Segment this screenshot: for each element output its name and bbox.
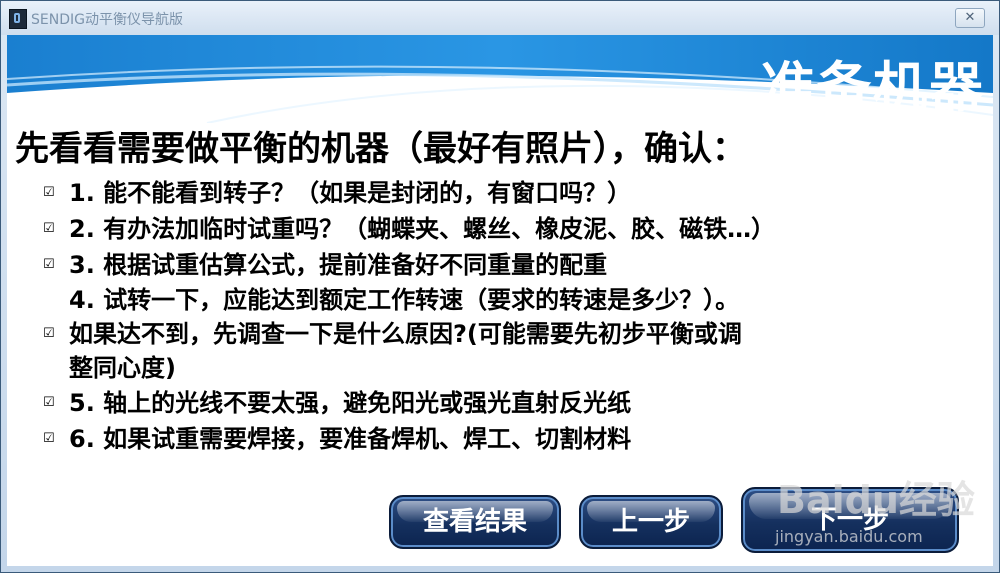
window-title: SENDIG动平衡仪导航版 xyxy=(31,12,183,28)
checklist-item-text: 6. 如果试重需要焊接，要准备焊机、焊工、切割材料 xyxy=(69,425,632,453)
watermark-brand: Baidu经验 xyxy=(777,478,975,522)
checklist: ☑ 1. 能不能看到转子？（如果是封闭的，有窗口吗？） ☑ 2. 有办法加临时试… xyxy=(43,175,973,457)
checklist-item-line: 如果达不到，先调查一下是什么原因?(可能需要先初步平衡或调 xyxy=(69,320,742,348)
checklist-item[interactable]: ☑ 4. 试转一下，应能达到额定工作转速（要求的转速是多少？）。 如果达不到，先… xyxy=(43,283,973,385)
checkbox-icon[interactable]: ☑ xyxy=(43,327,57,341)
checklist-item[interactable]: ☑ 3. 根据试重估算公式，提前准备好不同重量的配重 xyxy=(43,247,973,283)
checklist-item[interactable]: ☑ 2. 有办法加临时试重吗？（蝴蝶夹、螺丝、橡皮泥、胶、磁铁…） xyxy=(43,211,973,247)
app-icon xyxy=(9,9,27,29)
checklist-item-text: 1. 能不能看到转子？（如果是封闭的，有窗口吗？） xyxy=(69,179,632,207)
checklist-item-text: 2. 有办法加临时试重吗？（蝴蝶夹、螺丝、橡皮泥、胶、磁铁…） xyxy=(69,215,776,243)
previous-step-button[interactable]: 上一步 xyxy=(579,495,723,549)
checklist-item[interactable]: ☑ 6. 如果试重需要焊接，要准备焊机、焊工、切割材料 xyxy=(43,421,973,457)
checkbox-icon[interactable]: ☑ xyxy=(43,258,57,272)
checkbox-icon[interactable]: ☑ xyxy=(43,396,57,410)
checklist-item[interactable]: ☑ 5. 轴上的光线不要太强，避免阳光或强光直射反光纸 xyxy=(43,385,973,421)
app-window: SENDIG动平衡仪导航版 ✕ 准备机器 先看看需要做平衡的机器（最好有照片），… xyxy=(0,0,1000,573)
view-results-label: 查看结果 xyxy=(422,507,527,537)
checkbox-icon[interactable]: ☑ xyxy=(43,432,57,446)
close-button[interactable]: ✕ xyxy=(955,8,985,28)
watermark-url: jingyan.baidu.com xyxy=(775,527,923,546)
view-results-button[interactable]: 查看结果 xyxy=(389,495,561,549)
checklist-item[interactable]: ☑ 1. 能不能看到转子？（如果是封闭的，有窗口吗？） xyxy=(43,175,973,211)
checklist-item-line: 4. 试转一下，应能达到额定工作转速（要求的转速是多少？）。 xyxy=(69,286,740,314)
header-banner: 准备机器 xyxy=(7,35,993,123)
checklist-item-text: 5. 轴上的光线不要太强，避免阳光或强光直射反光纸 xyxy=(69,389,632,417)
checklist-item-text: 3. 根据试重估算公式，提前准备好不同重量的配重 xyxy=(69,251,608,279)
watermark: Baidu经验 jingyan.baidu.com xyxy=(767,465,977,555)
checklist-item-line: 整同心度) xyxy=(69,354,176,382)
checklist-item-text: 4. 试转一下，应能达到额定工作转速（要求的转速是多少？）。 如果达不到，先调查… xyxy=(69,283,742,385)
checkbox-icon[interactable]: ☑ xyxy=(43,222,57,236)
instruction-text: 先看看需要做平衡的机器（最好有照片），确认： xyxy=(15,129,746,169)
checkbox-icon[interactable]: ☑ xyxy=(43,186,57,200)
title-bar[interactable]: SENDIG动平衡仪导航版 ✕ xyxy=(1,1,999,35)
page-heading: 准备机器 xyxy=(761,56,985,119)
previous-step-label: 上一步 xyxy=(611,507,690,537)
wizard-content: 准备机器 先看看需要做平衡的机器（最好有照片），确认： ☑ 1. 能不能看到转子… xyxy=(7,35,993,566)
